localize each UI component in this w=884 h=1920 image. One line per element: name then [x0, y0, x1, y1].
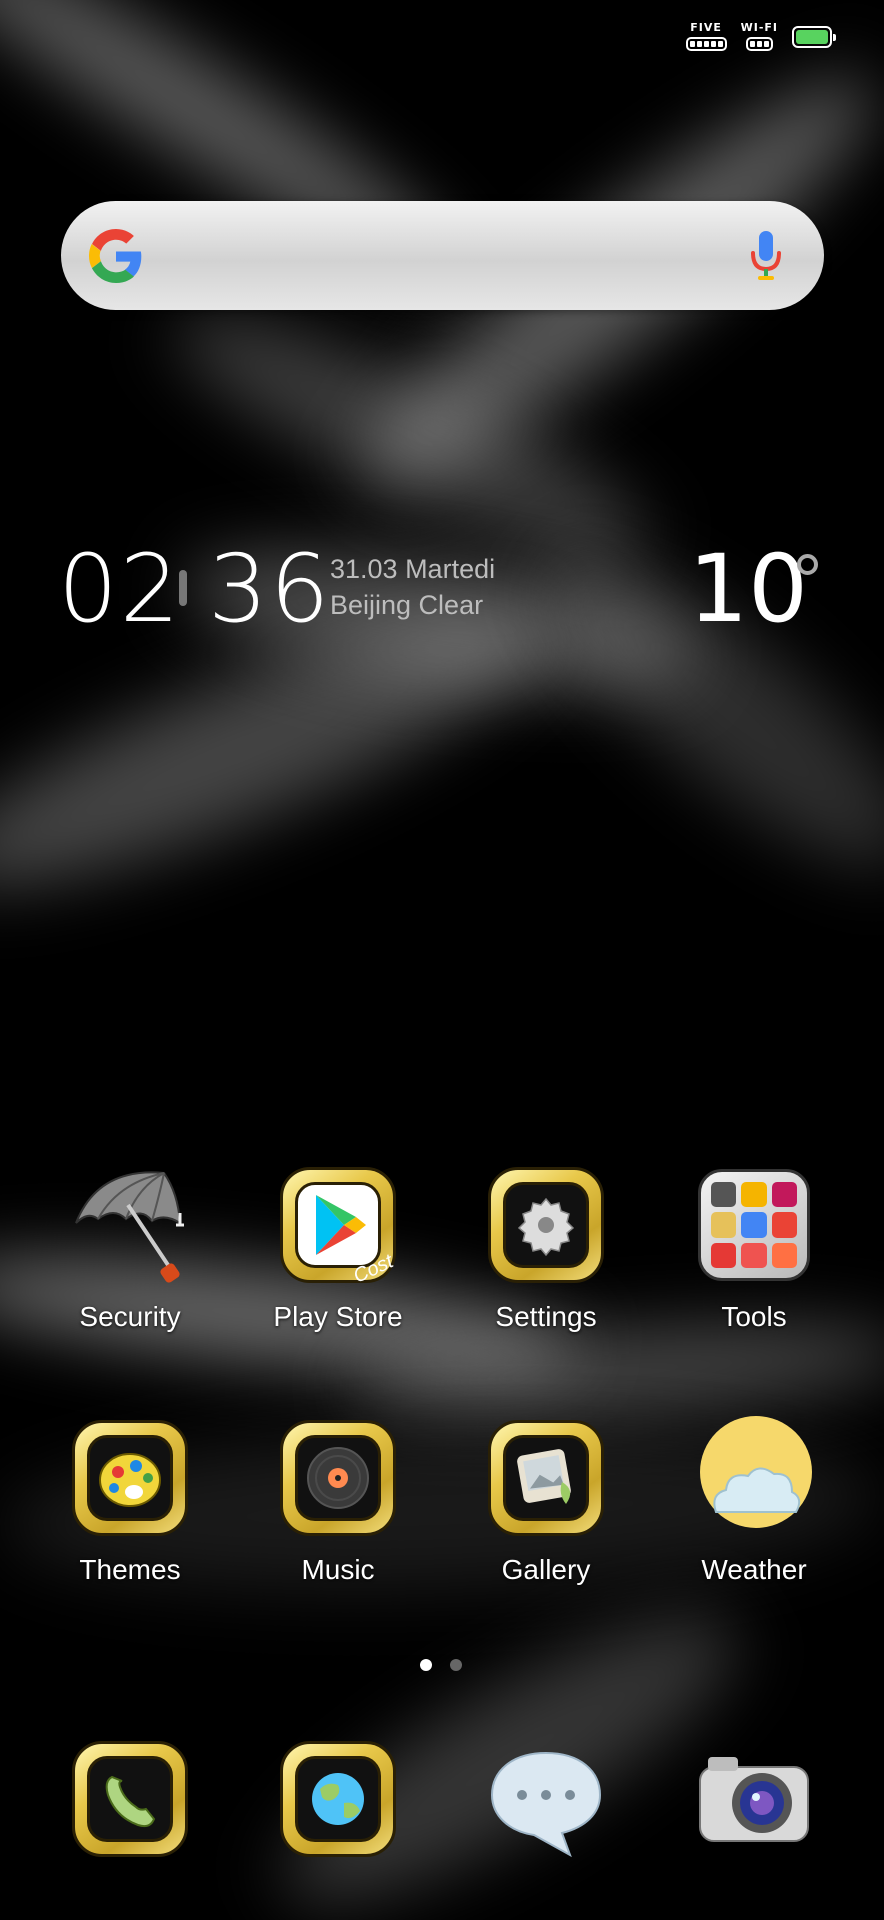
app-label: Security [79, 1301, 181, 1332]
cellular-signal-icon [685, 37, 727, 51]
palette-icon [68, 1416, 192, 1540]
cellular-signal: FIVE [685, 21, 727, 51]
vinyl-record-icon [276, 1416, 400, 1540]
dock-camera[interactable] [654, 1737, 854, 1861]
app-label: Tools [721, 1301, 787, 1332]
clock-minutes: 36 [208, 535, 332, 644]
app-label: Music [301, 1554, 375, 1585]
page-dot[interactable] [450, 1659, 462, 1671]
app-label: Gallery [501, 1554, 591, 1585]
app-settings[interactable]: Settings [446, 1163, 646, 1333]
app-play-store[interactable]: Cost Play Store [238, 1163, 438, 1333]
wifi-signal: WI-FI [741, 22, 778, 51]
carrier-label: FIVE [690, 21, 722, 34]
chat-bubble-icon [484, 1737, 608, 1861]
app-label: Play Store [273, 1301, 403, 1332]
microphone-icon[interactable] [748, 229, 784, 283]
app-label: Weather [701, 1554, 807, 1585]
app-tools[interactable]: Tools [654, 1163, 854, 1333]
photo-icon [484, 1416, 608, 1540]
app-security[interactable]: Security [30, 1163, 230, 1333]
sun-cloud-icon [692, 1416, 816, 1540]
temperature-text[interactable]: 10 [688, 540, 808, 640]
umbrella-icon [68, 1163, 192, 1287]
camera-icon [692, 1737, 816, 1861]
google-search-bar[interactable] [61, 201, 824, 310]
phone-icon [68, 1737, 192, 1861]
weather-text: Beijing Clear [330, 590, 484, 620]
app-gallery[interactable]: Gallery [446, 1416, 646, 1586]
dock-messages[interactable] [446, 1737, 646, 1861]
battery-icon [792, 25, 836, 48]
date-text: 31.03 Martedi [330, 554, 496, 584]
dock-phone[interactable] [30, 1737, 230, 1861]
app-music[interactable]: Music [238, 1416, 438, 1586]
gear-icon [484, 1163, 608, 1287]
app-weather[interactable]: Weather [654, 1416, 854, 1586]
page-indicator[interactable] [420, 1659, 462, 1671]
globe-icon [276, 1737, 400, 1861]
app-label: Settings [495, 1301, 597, 1332]
app-label: Themes [79, 1554, 181, 1585]
wifi-label: WI-FI [740, 21, 778, 34]
page-dot-active[interactable] [420, 1659, 432, 1671]
tools-folder-icon [692, 1163, 816, 1287]
degree-icon [797, 554, 818, 575]
wifi-icon [745, 37, 773, 51]
app-themes[interactable]: Themes [30, 1416, 230, 1586]
clock-hours: 02 [58, 535, 182, 644]
google-g-icon [89, 229, 142, 283]
status-bar: FIVE WI-FI [685, 21, 836, 51]
play-store-icon: Cost [276, 1163, 400, 1288]
clock-separator [179, 570, 187, 606]
dock-browser[interactable] [238, 1737, 438, 1861]
